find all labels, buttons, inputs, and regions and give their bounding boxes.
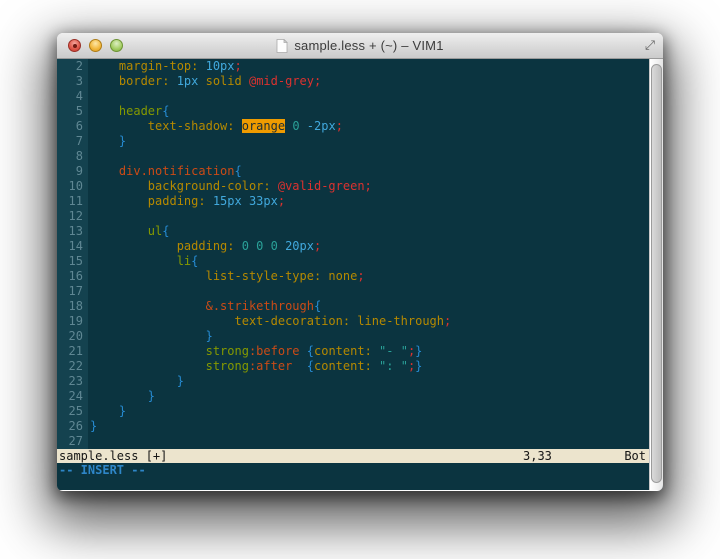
scrollbar[interactable]	[649, 59, 663, 490]
line-number: 25	[57, 404, 88, 419]
titlebar[interactable]: sample.less + (~) – VIM1 ⤢	[57, 33, 663, 59]
code-line[interactable]: 21 strong:before {content: "- ";}	[57, 344, 649, 359]
code-text: }	[88, 389, 155, 404]
code-line[interactable]: 20 }	[57, 329, 649, 344]
code-text: }	[88, 374, 184, 389]
line-number: 19	[57, 314, 88, 329]
code-line[interactable]: 19 text-decoration: line-through;	[57, 314, 649, 329]
code-text: }	[88, 419, 97, 434]
code-text: strong:after {content: ": ";}	[88, 359, 422, 374]
code-line[interactable]: 27	[57, 434, 649, 449]
code-text: li{	[88, 254, 198, 269]
code-text	[88, 149, 90, 164]
code-text: header{	[88, 104, 170, 119]
code-line[interactable]: 10 background-color: @valid-green;	[57, 179, 649, 194]
code-line[interactable]: 15 li{	[57, 254, 649, 269]
code-text: div.notification{	[88, 164, 242, 179]
line-number: 27	[57, 434, 88, 449]
line-number: 2	[57, 59, 88, 74]
traffic-lights	[68, 33, 123, 58]
statusbar-filename: sample.less [+]	[59, 449, 167, 463]
title-group: sample.less + (~) – VIM1	[276, 38, 443, 53]
code-line[interactable]: 5 header{	[57, 104, 649, 119]
statusbar-scroll-position: Bot	[624, 449, 646, 463]
code-line[interactable]: 17	[57, 284, 649, 299]
line-number: 9	[57, 164, 88, 179]
code-line[interactable]: 4	[57, 89, 649, 104]
window-title: sample.less + (~) – VIM1	[294, 38, 443, 53]
line-number: 11	[57, 194, 88, 209]
line-number: 14	[57, 239, 88, 254]
code-line[interactable]: 24 }	[57, 389, 649, 404]
code-text: text-decoration: line-through;	[88, 314, 451, 329]
line-number: 17	[57, 284, 88, 299]
code-text	[88, 209, 90, 224]
line-number: 3	[57, 74, 88, 89]
code-line[interactable]: 8	[57, 149, 649, 164]
line-number: 10	[57, 179, 88, 194]
scrollbar-thumb[interactable]	[651, 64, 662, 483]
editor-body: 2 margin-top: 10px;3 border: 1px solid @…	[57, 59, 663, 490]
code-line[interactable]: 13 ul{	[57, 224, 649, 239]
code-line[interactable]: 12	[57, 209, 649, 224]
fullscreen-icon[interactable]: ⤢	[645, 39, 655, 52]
line-number: 12	[57, 209, 88, 224]
code-text: padding: 15px 33px;	[88, 194, 285, 209]
command-line: -- INSERT --	[57, 463, 649, 490]
document-icon	[276, 39, 288, 53]
code-text: list-style-type: none;	[88, 269, 365, 284]
line-number: 5	[57, 104, 88, 119]
code-area[interactable]: 2 margin-top: 10px;3 border: 1px solid @…	[57, 59, 649, 449]
code-line[interactable]: 7 }	[57, 134, 649, 149]
code-line[interactable]: 18 &.strikethrough{	[57, 299, 649, 314]
code-line[interactable]: 22 strong:after {content: ": ";}	[57, 359, 649, 374]
editor-main: 2 margin-top: 10px;3 border: 1px solid @…	[57, 59, 649, 490]
code-line[interactable]: 11 padding: 15px 33px;	[57, 194, 649, 209]
code-text: padding: 0 0 0 20px;	[88, 239, 321, 254]
code-line[interactable]: 9 div.notification{	[57, 164, 649, 179]
line-number: 26	[57, 419, 88, 434]
code-line[interactable]: 6 text-shadow: orange 0 -2px;	[57, 119, 649, 134]
line-number: 18	[57, 299, 88, 314]
line-number: 24	[57, 389, 88, 404]
line-number: 23	[57, 374, 88, 389]
line-number: 4	[57, 89, 88, 104]
statusbar-ruler: 3,33	[523, 449, 552, 463]
minimize-button[interactable]	[89, 39, 102, 52]
line-number: 16	[57, 269, 88, 284]
code-text: border: 1px solid @mid-grey;	[88, 74, 321, 89]
code-line[interactable]: 2 margin-top: 10px;	[57, 59, 649, 74]
code-text: ul{	[88, 224, 169, 239]
code-text: &.strikethrough{	[88, 299, 321, 314]
code-line[interactable]: 14 padding: 0 0 0 20px;	[57, 239, 649, 254]
line-number: 15	[57, 254, 88, 269]
line-number: 20	[57, 329, 88, 344]
code-text: strong:before {content: "- ";}	[88, 344, 422, 359]
code-text	[88, 284, 90, 299]
code-text: }	[88, 329, 213, 344]
line-number: 13	[57, 224, 88, 239]
code-text: background-color: @valid-green;	[88, 179, 372, 194]
code-text	[88, 434, 90, 449]
vim-window: sample.less + (~) – VIM1 ⤢ 2 margin-top:…	[57, 33, 663, 491]
code-line[interactable]: 3 border: 1px solid @mid-grey;	[57, 74, 649, 89]
code-text: }	[88, 404, 126, 419]
code-line[interactable]: 25 }	[57, 404, 649, 419]
code-line[interactable]: 23 }	[57, 374, 649, 389]
line-number: 7	[57, 134, 88, 149]
line-number: 6	[57, 119, 88, 134]
code-text: }	[88, 134, 126, 149]
close-button[interactable]	[68, 39, 81, 52]
code-line[interactable]: 26}	[57, 419, 649, 434]
code-text: margin-top: 10px;	[88, 59, 242, 74]
line-number: 22	[57, 359, 88, 374]
line-number: 8	[57, 149, 88, 164]
statusbar: sample.less [+] 3,33 Bot	[57, 449, 649, 463]
line-number: 21	[57, 344, 88, 359]
code-text	[88, 89, 90, 104]
zoom-button[interactable]	[110, 39, 123, 52]
code-line[interactable]: 16 list-style-type: none;	[57, 269, 649, 284]
code-text: text-shadow: orange 0 -2px;	[88, 119, 343, 134]
